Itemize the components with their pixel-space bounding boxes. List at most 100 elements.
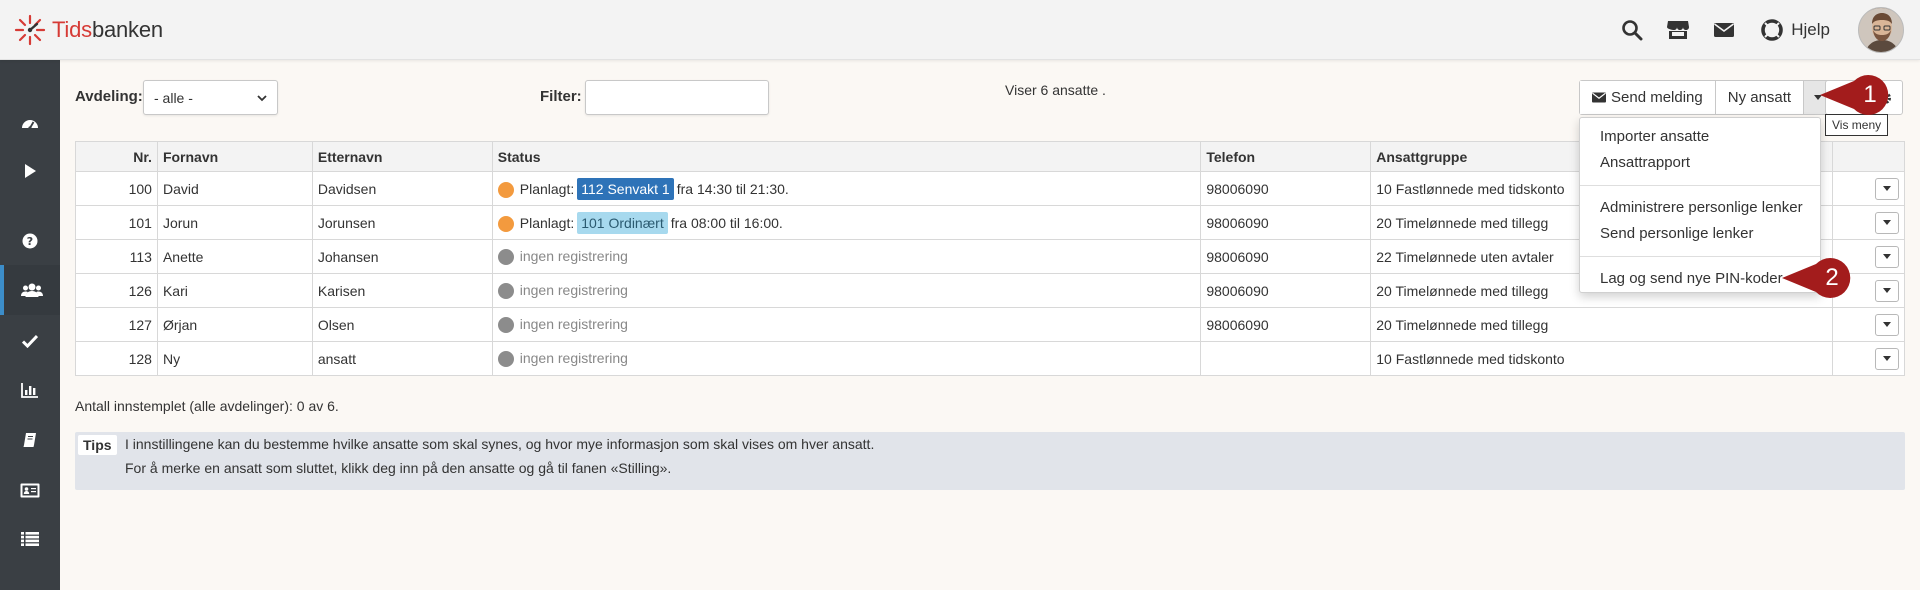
cell-status: ingen registrering	[491, 341, 1202, 376]
bar-chart-icon	[21, 383, 38, 398]
sidebar-item-cards[interactable]	[0, 465, 60, 515]
sidebar-item-play[interactable]	[0, 146, 60, 196]
status-dot	[497, 283, 514, 300]
top-icons: Hjelp	[1609, 0, 1920, 60]
cell-phone: 98006090	[1200, 273, 1372, 308]
row-menu-button[interactable]	[1875, 245, 1899, 268]
department-label: Avdeling:	[75, 88, 143, 105]
tooltip: Vis meny	[1825, 114, 1889, 136]
status-dot	[497, 351, 514, 368]
menu-item-manage-personal-links[interactable]: Administrere personlige lenker	[1580, 195, 1820, 221]
sidebar-item-lists[interactable]	[0, 514, 60, 564]
filter-input[interactable]	[585, 80, 769, 115]
clocked-in-count: Antall innstemplet (alle avdelinger): 0 …	[75, 398, 339, 414]
sidebar-item-documents[interactable]	[0, 415, 60, 465]
menu-item-import-employees[interactable]: Importer ansatte	[1580, 124, 1820, 150]
status-text: ingen registrering	[519, 315, 628, 332]
callout-number: 2	[1825, 264, 1839, 291]
mail-icon[interactable]	[1711, 17, 1737, 43]
cell-nr: 126	[75, 273, 158, 308]
top-bar: Tidsbanken Hjelp	[0, 0, 1920, 60]
cell-first-name[interactable]: David	[156, 171, 313, 206]
svg-text:?: ?	[27, 235, 33, 248]
sidebar-item-approve[interactable]	[0, 316, 60, 366]
chevron-down-icon	[257, 95, 267, 102]
logo-text-prefix: Tids	[52, 17, 92, 42]
cell-first-name[interactable]: Ny	[156, 341, 313, 376]
cell-last-name[interactable]: Karisen	[311, 273, 493, 308]
department-select[interactable]: - alle -	[143, 80, 278, 115]
logo-text-suffix: banken	[91, 17, 163, 42]
sidebar-item-employees[interactable]	[0, 265, 60, 315]
row-menu-button[interactable]	[1875, 347, 1899, 370]
caret-down-icon	[1883, 220, 1891, 225]
cell-actions	[1832, 171, 1905, 206]
cell-last-name[interactable]: Jorunsen	[311, 205, 493, 240]
column-header-nr[interactable]: Nr.	[75, 141, 158, 172]
help-link[interactable]: Hjelp	[1761, 19, 1830, 41]
caret-down-icon	[1883, 322, 1891, 327]
new-employee-button[interactable]: Ny ansatt	[1715, 81, 1805, 114]
cell-last-name[interactable]: Olsen	[311, 307, 493, 342]
cell-first-name[interactable]: Anette	[156, 239, 313, 274]
cell-first-name[interactable]: Kari	[156, 273, 313, 308]
column-header-status[interactable]: Status	[491, 141, 1202, 172]
logo-icon	[14, 14, 46, 46]
help-label: Hjelp	[1791, 20, 1830, 39]
cell-phone	[1200, 341, 1372, 376]
check-icon	[22, 334, 38, 348]
store-icon[interactable]	[1665, 17, 1691, 43]
play-icon	[25, 164, 36, 178]
send-message-button[interactable]: Send melding	[1580, 81, 1716, 114]
row-menu-button[interactable]	[1875, 211, 1899, 234]
tips-box: Tips I innstillingene kan du bestemme hv…	[75, 432, 1905, 490]
filter-label: Filter:	[540, 88, 582, 105]
menu-item-employee-report[interactable]: Ansattrapport	[1580, 150, 1820, 176]
new-employee-label: Ny ansatt	[1727, 89, 1792, 106]
logo[interactable]: Tidsbanken	[14, 14, 163, 46]
status-dot	[497, 181, 514, 198]
avatar[interactable]	[1858, 7, 1904, 53]
book-icon	[23, 433, 36, 447]
status-suffix: fra 08:00 til 16:00.	[670, 214, 783, 231]
table-row[interactable]: 127 Ørjan Olsen ingen registrering 98006…	[75, 307, 1905, 342]
column-header-last-name[interactable]: Etternavn	[311, 141, 493, 172]
caret-down-icon	[1883, 288, 1891, 293]
action-button-group: Send melding Ny ansatt	[1579, 80, 1834, 115]
status-dot	[497, 249, 514, 266]
cell-actions	[1832, 205, 1905, 240]
cell-last-name[interactable]: ansatt	[311, 341, 493, 376]
cell-last-name[interactable]: Johansen	[311, 239, 493, 274]
cell-group: 20 Timelønnede med tillegg	[1370, 307, 1833, 342]
cell-status: ingen registrering	[491, 273, 1202, 308]
column-header-phone[interactable]: Telefon	[1200, 141, 1372, 172]
shift-badge: 101 Ordinært	[577, 211, 668, 234]
sidebar-item-dashboard[interactable]	[0, 98, 60, 148]
sidebar-item-help[interactable]: ?	[0, 216, 60, 266]
column-header-first-name[interactable]: Fornavn	[156, 141, 313, 172]
row-menu-button[interactable]	[1875, 279, 1899, 302]
question-icon: ?	[22, 233, 38, 249]
sidebar-item-reports[interactable]	[0, 365, 60, 415]
cell-actions	[1832, 341, 1905, 376]
tips-label: Tips	[78, 435, 117, 455]
cell-actions	[1832, 307, 1905, 342]
row-menu-button[interactable]	[1875, 177, 1899, 200]
status-dot	[497, 317, 514, 334]
tips-line-1: I innstillingene kan du bestemme hvilke …	[125, 436, 875, 452]
cell-last-name[interactable]: Davidsen	[311, 171, 493, 206]
logo-text: Tidsbanken	[52, 17, 163, 43]
tips-line-2: For å merke en ansatt som sluttet, klikk…	[125, 460, 672, 476]
cell-first-name[interactable]: Jorun	[156, 205, 313, 240]
employee-count-text: Viser 6 ansatte .	[1005, 82, 1106, 98]
status-prefix: Planlagt:	[519, 214, 575, 231]
cell-phone: 98006090	[1200, 307, 1372, 342]
department-select-value: - alle -	[154, 90, 193, 106]
row-menu-button[interactable]	[1875, 313, 1899, 336]
callout-marker-2: 2	[1780, 256, 1856, 300]
menu-item-send-personal-links[interactable]: Send personlige lenker	[1580, 221, 1820, 247]
status-dot	[497, 215, 514, 232]
cell-first-name[interactable]: Ørjan	[156, 307, 313, 342]
table-row[interactable]: 128 Ny ansatt ingen registrering 10 Fast…	[75, 341, 1905, 376]
search-icon[interactable]	[1619, 17, 1645, 43]
